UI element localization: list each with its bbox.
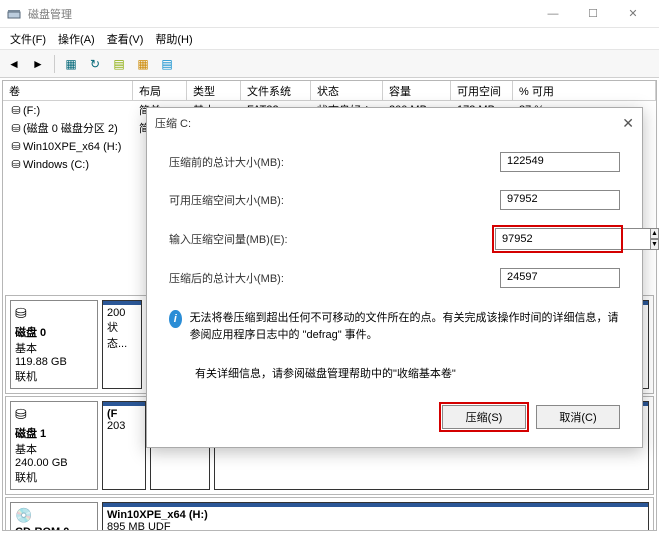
shrink-amount-input[interactable] <box>495 228 650 250</box>
shrink-dialog: 压缩 C: ✕ 压缩前的总计大小(MB): 122549 可用压缩空间大小(MB… <box>146 107 643 448</box>
label-available: 可用压缩空间大小(MB): <box>169 192 500 208</box>
shrink-button[interactable]: 压缩(S) <box>442 405 526 429</box>
spin-up-button[interactable]: ▲ <box>650 228 659 239</box>
dialog-close-icon[interactable]: ✕ <box>622 115 634 132</box>
info-icon: i <box>169 310 182 328</box>
dialog-titlebar: 压缩 C: ✕ <box>147 108 642 138</box>
label-input-amount: 输入压缩空间量(MB)(E): <box>169 231 495 247</box>
info-text-1: 无法将卷压缩到超出任何不可移动的文件所在的点。有关完成该操作时间的详细信息，请参… <box>190 310 620 343</box>
value-available: 97952 <box>500 190 620 210</box>
dialog-title: 压缩 C: <box>155 115 191 131</box>
info-text-2: 有关详细信息，请参阅磁盘管理帮助中的"收缩基本卷" <box>169 365 620 381</box>
label-total-after: 压缩后的总计大小(MB): <box>169 270 500 286</box>
label-total-before: 压缩前的总计大小(MB): <box>169 154 500 170</box>
cancel-button[interactable]: 取消(C) <box>536 405 620 429</box>
spin-down-button[interactable]: ▼ <box>650 239 659 250</box>
value-total-after: 24597 <box>500 268 620 288</box>
value-total-before: 122549 <box>500 152 620 172</box>
